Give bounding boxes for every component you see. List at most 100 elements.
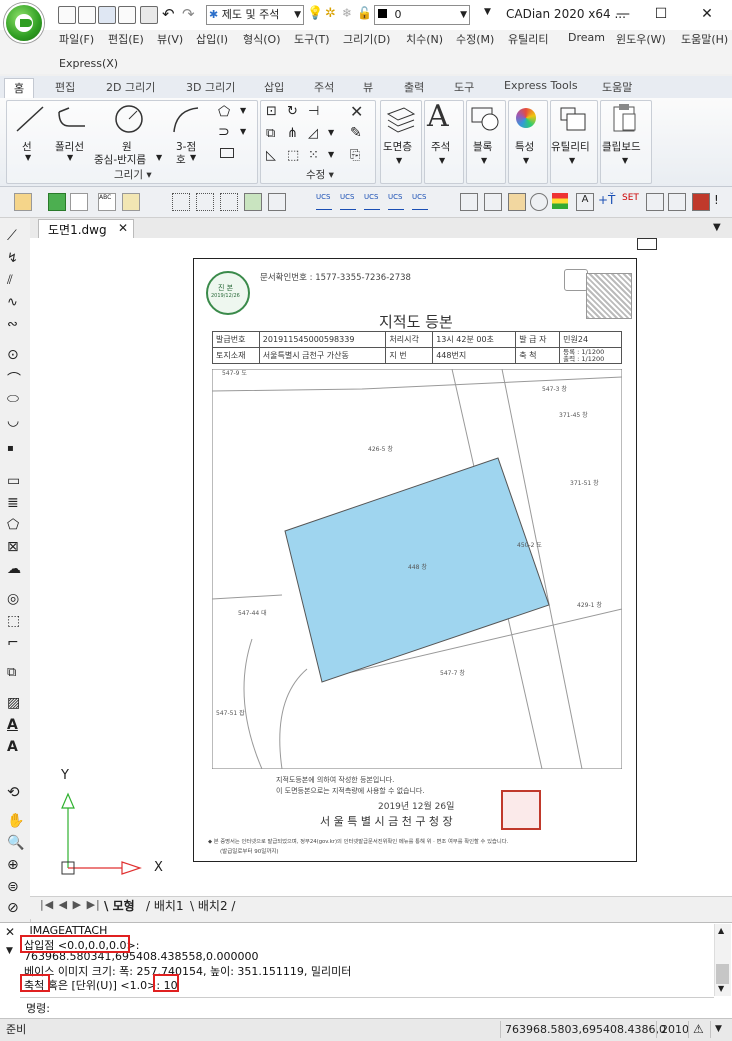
- polyline-tool-icon[interactable]: ↯: [7, 251, 23, 267]
- array-icon[interactable]: ⁙: [308, 148, 319, 163]
- layout-nav-icons[interactable]: |◀ ◀ ▶ ▶|: [40, 898, 101, 911]
- polygon-icon[interactable]: ⬠: [218, 104, 230, 120]
- text-export-icon[interactable]: [460, 193, 478, 211]
- text-insert-icon[interactable]: +Ť: [598, 193, 615, 209]
- tab-express-tools[interactable]: Express Tools: [504, 79, 578, 92]
- lightbulb-icon[interactable]: 💡: [307, 6, 323, 21]
- menu-help[interactable]: 도움말(H): [681, 31, 728, 47]
- circle-tool-icon[interactable]: ⊙: [7, 347, 23, 363]
- trim-icon[interactable]: ⊣: [308, 104, 319, 119]
- ellipse-arc-tool-icon[interactable]: ◡: [7, 413, 23, 429]
- status-year[interactable]: 2010: [656, 1021, 689, 1038]
- hatch-tool-icon[interactable]: ▨: [7, 695, 23, 711]
- ucs1-icon[interactable]: UCS: [316, 193, 332, 210]
- scale-icon[interactable]: ⬚: [287, 148, 299, 163]
- chevron-down-icon[interactable]: ▼: [240, 106, 246, 115]
- close-button[interactable]: ✕: [696, 4, 718, 24]
- tab-help[interactable]: 도움말: [602, 79, 632, 95]
- tmx-icon[interactable]: [484, 193, 502, 211]
- polyline-icon[interactable]: [55, 104, 89, 134]
- chevron-down-icon[interactable]: ▼: [240, 127, 246, 136]
- tab-edit[interactable]: 편집: [55, 79, 75, 95]
- arc-tool-icon[interactable]: ⌒: [7, 369, 23, 388]
- chevron-down-icon[interactable]: ▼: [67, 153, 73, 162]
- tab-tools[interactable]: 도구: [454, 79, 474, 95]
- erase-icon[interactable]: ✕: [350, 102, 363, 121]
- layout-tab-model[interactable]: \ 모형: [104, 897, 135, 914]
- zoom-tool-icon[interactable]: 🔍: [7, 835, 24, 851]
- undo-icon[interactable]: ↶: [162, 5, 175, 23]
- document-tab-label[interactable]: 도면1.dwg: [48, 221, 107, 238]
- disc-icon[interactable]: [530, 193, 548, 211]
- menu-express[interactable]: Express(X): [59, 57, 118, 70]
- line-button-label[interactable]: 선: [22, 139, 32, 154]
- scroll-down-icon[interactable]: ▼: [718, 984, 724, 993]
- copy-icon[interactable]: ⧉: [266, 126, 275, 141]
- layer-state-icon[interactable]: [122, 193, 140, 211]
- maximize-button[interactable]: ☐: [650, 4, 672, 24]
- minimize-button[interactable]: —: [612, 4, 634, 24]
- attached-image-frame[interactable]: 진 본 2019/12/26 문서확인번호 : 1577-3355-7236-2…: [193, 258, 637, 862]
- quick-access-dropdown-icon[interactable]: ▼: [484, 7, 491, 17]
- rectangle-icon[interactable]: [220, 148, 234, 158]
- arc-mode-label[interactable]: 호: [176, 152, 186, 167]
- menu-view[interactable]: 뷰(V): [157, 31, 183, 47]
- open-icon[interactable]: [14, 193, 32, 211]
- scroll-thumb[interactable]: [716, 964, 729, 984]
- line-icon[interactable]: [14, 104, 46, 134]
- command-scrollbar[interactable]: ▲ ▼: [714, 924, 731, 996]
- select-similar-icon[interactable]: [196, 193, 214, 211]
- text-tool-icon[interactable]: A: [7, 739, 23, 755]
- tab-list-dropdown-icon[interactable]: ▼: [713, 222, 721, 233]
- ucs5-icon[interactable]: UCS: [412, 193, 428, 210]
- spell-check-icon[interactable]: ABC: [98, 193, 116, 211]
- sun-icon[interactable]: ✲: [325, 6, 336, 21]
- menu-dimension[interactable]: 치수(N): [406, 31, 443, 47]
- regen-tool-icon[interactable]: ⟲: [7, 783, 23, 801]
- freehand-tool-icon[interactable]: ∾: [7, 317, 23, 333]
- ucs4-icon[interactable]: UCS: [388, 193, 404, 210]
- region-tool-icon[interactable]: ⊠: [7, 539, 23, 555]
- menu-tools[interactable]: 도구(T): [294, 31, 330, 47]
- status-menu-icon[interactable]: ▼: [710, 1021, 731, 1038]
- ucs2-icon[interactable]: UCS: [340, 193, 356, 210]
- command-menu-icon[interactable]: ▼: [6, 946, 13, 956]
- chevron-down-icon[interactable]: ▼: [156, 153, 162, 162]
- circle-mode-label[interactable]: 중심-반지름: [94, 152, 146, 167]
- command-input[interactable]: 명령:: [20, 997, 714, 1016]
- menu-edit[interactable]: 편집(E): [108, 31, 144, 47]
- multiline-tool-icon[interactable]: ⫽: [7, 273, 23, 289]
- chevron-down-icon[interactable]: ▼: [25, 153, 31, 162]
- menu-window[interactable]: 윈도우(W): [616, 31, 666, 47]
- menu-draw[interactable]: 그리기(D): [343, 31, 390, 47]
- tab-3d-draw[interactable]: 3D 그리기: [186, 79, 235, 95]
- chevron-down-icon[interactable]: ▼: [328, 128, 334, 137]
- command-close-icon[interactable]: ✕: [5, 925, 15, 939]
- text-box-icon[interactable]: A: [576, 193, 594, 211]
- polyline-button-label[interactable]: 폴리선: [55, 139, 84, 154]
- chevron-down-icon[interactable]: ▼: [328, 150, 334, 159]
- mirror-icon[interactable]: ⋔: [287, 126, 298, 141]
- ellipse-tool-icon[interactable]: ⬭: [7, 391, 23, 407]
- new-file-icon[interactable]: [58, 6, 76, 24]
- redo-icon[interactable]: ↷: [182, 5, 195, 23]
- arc-icon[interactable]: [170, 104, 202, 134]
- tab-output[interactable]: 출력: [404, 79, 424, 95]
- tab-insert[interactable]: 삽입: [264, 79, 284, 95]
- draw-panel-label[interactable]: 그리기 ▾: [114, 167, 152, 182]
- workspace-select[interactable]: ✱ 제도 및 주석 ▼: [206, 5, 304, 25]
- donut-tool-icon[interactable]: ◎: [7, 591, 23, 607]
- move-icon[interactable]: ⊡: [266, 104, 277, 119]
- rotate-icon[interactable]: ↻: [287, 104, 298, 119]
- wipeout-tool-icon[interactable]: ⬚: [7, 613, 23, 629]
- quick-select-icon[interactable]: [220, 193, 238, 211]
- more-icon[interactable]: !: [714, 193, 730, 209]
- spline-tool-icon[interactable]: ∿: [7, 295, 23, 311]
- select-icon[interactable]: [172, 193, 190, 211]
- pick-icon[interactable]: [268, 193, 286, 211]
- scroll-up-icon[interactable]: ▲: [718, 926, 724, 935]
- print-icon[interactable]: [140, 6, 158, 24]
- layer-select[interactable]: 0 ▼: [374, 5, 470, 25]
- lay-icon[interactable]: [646, 193, 664, 211]
- ellipse-icon[interactable]: ⊃: [218, 124, 230, 140]
